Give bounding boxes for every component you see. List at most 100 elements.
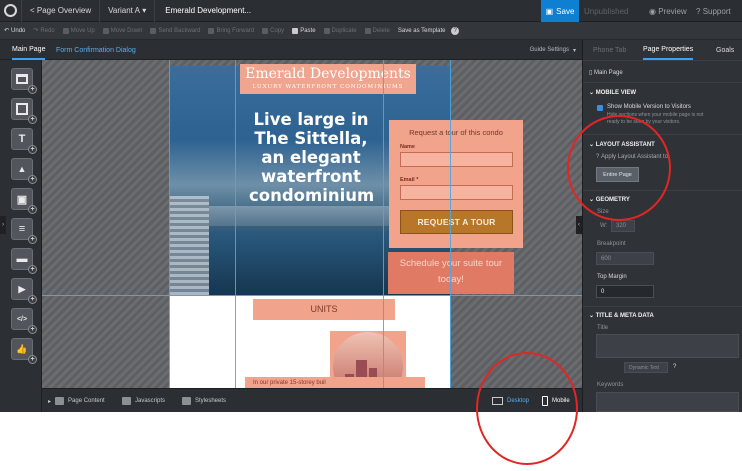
hero-heading[interactable]: Live large in The Sittella, an elegant w…: [249, 110, 374, 205]
paste-button[interactable]: Paste: [288, 27, 319, 34]
brand-logo-box[interactable]: Emerald Developments LUXURY WATERFRONT C…: [240, 64, 416, 94]
tab-page-properties[interactable]: Page Properties: [643, 40, 694, 60]
undo-button[interactable]: ↶ Undo: [0, 27, 29, 35]
caret-down-icon: ▾: [142, 6, 147, 15]
send-backward-label: Send Backward: [158, 27, 201, 34]
box-widget[interactable]: +: [11, 98, 37, 124]
move-up-button[interactable]: Move Up: [59, 27, 99, 34]
variant-dropdown[interactable]: Variant A ▾: [100, 0, 156, 22]
button-widget[interactable]: ▬ +: [11, 248, 37, 274]
breakpoint-field[interactable]: 600: [596, 252, 654, 265]
text-widget[interactable]: T +: [11, 128, 37, 154]
unpublished-status[interactable]: Unpublished: [584, 0, 628, 22]
name-field[interactable]: [400, 152, 513, 167]
move-up-icon: [62, 27, 69, 34]
page-tab-row: Main Page Form Confirmation Dialog Guide…: [0, 40, 582, 60]
mobile-icon: ▯: [589, 70, 593, 76]
page-title[interactable]: Emerald Development...: [155, 6, 261, 15]
left-collapse-handle[interactable]: ›: [0, 216, 6, 234]
save-button[interactable]: ▣ Save: [541, 0, 579, 22]
units-paragraph[interactable]: In our private 15-storey buil: [245, 377, 425, 388]
stylesheets-button[interactable]: Stylesheets: [182, 389, 226, 413]
tab-goals[interactable]: Goals: [716, 40, 734, 60]
caret-down-icon: ▾: [572, 47, 576, 54]
dynamic-text-button[interactable]: Dynamic Text: [624, 362, 668, 373]
image-gallery-widget[interactable]: ▣ +: [11, 188, 37, 214]
move-down-icon: [102, 27, 109, 34]
main-page-label: Main Page: [593, 70, 623, 76]
move-up-label: Move Up: [70, 27, 95, 34]
duplicate-label: Duplicate: [331, 27, 357, 34]
top-margin-field[interactable]: 0: [596, 285, 654, 298]
tab-main-page[interactable]: Main Page: [12, 40, 46, 60]
logo-icon: [4, 4, 17, 17]
selected-page-label: ▯ Main Page: [589, 69, 623, 76]
form-widget[interactable]: ≡ +: [11, 218, 37, 244]
divider: [583, 306, 742, 307]
request-tour-button[interactable]: REQUEST A TOUR: [400, 210, 513, 234]
app-logo[interactable]: [0, 0, 22, 22]
image-widget[interactable]: ▲ +: [11, 158, 37, 184]
schedule-tour-text[interactable]: Schedule your suite tour today!: [388, 252, 514, 294]
preview-label: Preview: [658, 6, 687, 16]
title-field[interactable]: [596, 334, 739, 358]
video-widget-icon: ▶: [18, 283, 26, 294]
move-down-button[interactable]: Move Down: [99, 27, 147, 34]
guide-line-vertical[interactable]: [235, 60, 236, 388]
units-heading[interactable]: UNITS: [253, 299, 395, 320]
show-mobile-checkbox[interactable]: [597, 105, 603, 111]
add-icon: +: [28, 355, 37, 364]
text-widget-icon: T: [18, 133, 26, 145]
chevron-down-icon: ⌄: [589, 313, 595, 319]
delete-button[interactable]: Delete: [361, 27, 394, 34]
keywords-label: Keywords: [597, 382, 624, 388]
social-widget[interactable]: 👍 +: [11, 338, 37, 364]
width-field[interactable]: 320: [611, 220, 635, 232]
name-label: Name: [400, 144, 415, 150]
social-widget-icon: 👍: [16, 343, 28, 354]
form-heading: Request a tour of this condo: [409, 128, 503, 137]
lead-form[interactable]: Request a tour of this condo Name Email …: [389, 120, 523, 248]
title-meta-heading[interactable]: ⌄ TITLE & META DATA: [589, 312, 654, 319]
save-as-template-button[interactable]: Save as Template ?: [394, 26, 463, 35]
guide-settings-label: Guide Settings: [529, 47, 569, 53]
undo-label: Undo: [11, 27, 26, 34]
page-canvas[interactable]: Live large in The Sittella, an elegant w…: [42, 60, 582, 388]
divider: [583, 82, 742, 83]
send-backward-button[interactable]: Send Backward: [146, 27, 204, 34]
save-icon: ▣: [545, 6, 554, 16]
custom-html-widget[interactable]: </> +: [11, 308, 37, 334]
guide-line-vertical[interactable]: [383, 60, 384, 388]
guide-settings-dropdown[interactable]: Guide Settings ▾: [530, 40, 576, 60]
guide-line-vertical[interactable]: [450, 60, 451, 388]
email-field[interactable]: [400, 185, 513, 200]
preview-button[interactable]: ◉ Preview: [649, 0, 687, 22]
javascript-icon: [122, 397, 131, 405]
duplicate-button[interactable]: Duplicate: [320, 27, 361, 34]
unpublished-label: Unpublished: [584, 6, 629, 16]
mobile-view-heading[interactable]: ⌄ MOBILE VIEW: [589, 89, 636, 96]
keywords-field[interactable]: [596, 392, 739, 412]
bring-forward-icon: [208, 27, 215, 34]
guide-line-horizontal[interactable]: [42, 295, 582, 296]
email-label: Email *: [400, 177, 419, 183]
image-gallery-widget-icon: ▣: [16, 193, 28, 206]
duplicate-icon: [323, 27, 330, 34]
javascripts-button[interactable]: Javascripts: [122, 389, 165, 413]
chevron-down-icon: ⌄: [589, 90, 595, 96]
tab-phone[interactable]: Phone Tab: [593, 40, 626, 60]
add-icon: +: [28, 265, 37, 274]
page-content-button[interactable]: ▸ Page Content: [48, 389, 105, 413]
help-circle-icon: ?: [451, 26, 460, 35]
redo-button[interactable]: ↷ Redo: [29, 27, 58, 35]
page-overview-link[interactable]: < Page Overview: [22, 0, 101, 22]
video-widget[interactable]: ▶ +: [11, 278, 37, 304]
save-label: Save: [556, 6, 575, 16]
guide-line-vertical[interactable]: [169, 60, 170, 388]
copy-button[interactable]: Copy: [258, 27, 288, 34]
section-widget[interactable]: +: [11, 68, 37, 94]
support-button[interactable]: ? Support: [696, 0, 731, 22]
custom-html-widget-icon: </>: [16, 315, 28, 323]
tab-form-confirmation[interactable]: Form Confirmation Dialog: [56, 40, 136, 60]
bring-forward-button[interactable]: Bring Forward: [204, 27, 258, 34]
